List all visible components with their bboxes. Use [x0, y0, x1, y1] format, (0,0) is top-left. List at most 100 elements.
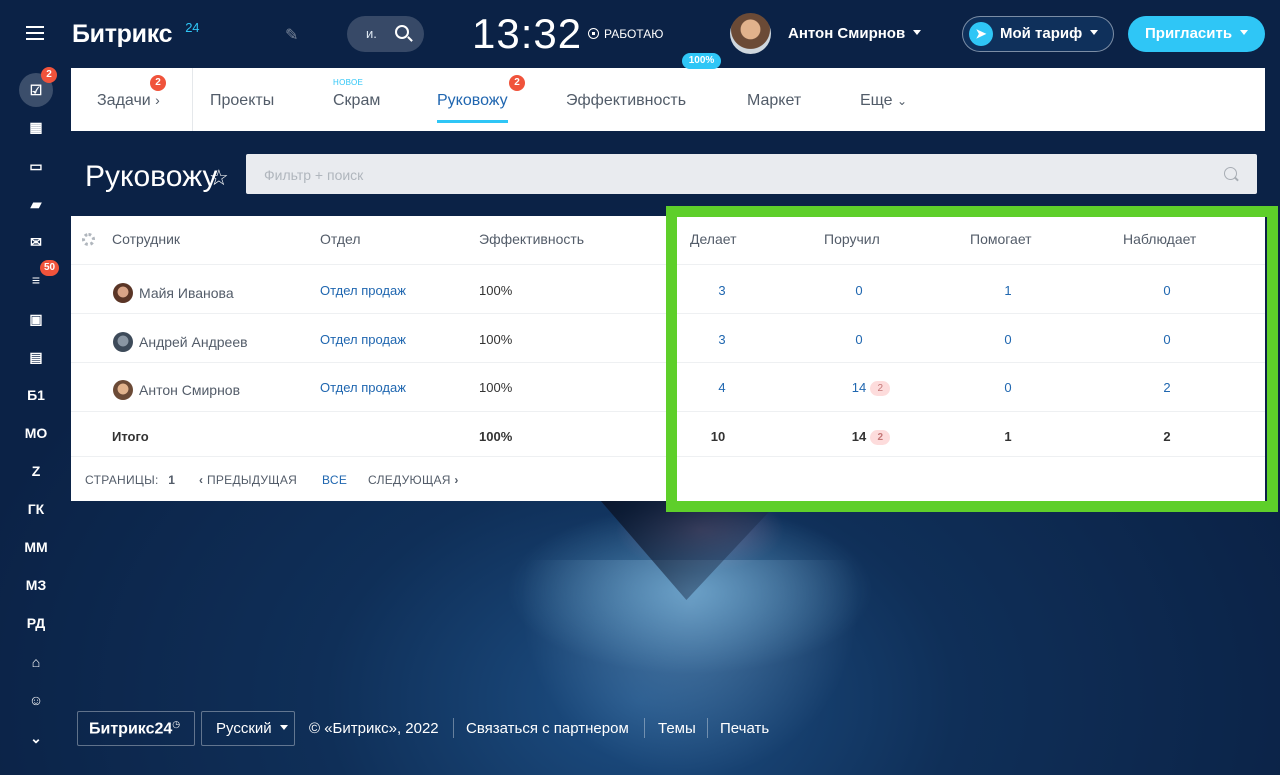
- header-efficiency[interactable]: Эффективность: [479, 231, 584, 247]
- tariff-button[interactable]: ➤ Мой тариф: [962, 16, 1114, 52]
- sidebar-item-mm[interactable]: ММ: [18, 533, 54, 561]
- footer-print-link[interactable]: Печать: [720, 720, 769, 737]
- language-select[interactable]: Русский: [201, 711, 295, 746]
- pager-all[interactable]: ВСЕ: [322, 473, 347, 487]
- chevron-down-icon: [913, 30, 922, 35]
- chevron-down-icon: [279, 725, 288, 730]
- efficiency-value: 100%: [479, 380, 513, 395]
- favorite-star-icon[interactable]: ☆: [209, 165, 229, 191]
- tab-supervising[interactable]: Руковожу 2: [437, 75, 525, 123]
- chevron-down-icon: [1090, 30, 1099, 35]
- sidebar-mail-icon[interactable]: ✉: [18, 228, 54, 256]
- hamburger-menu-icon[interactable]: [26, 26, 44, 40]
- pager-next-label: СЛЕДУЮЩАЯ: [368, 473, 451, 487]
- tab-market[interactable]: Маркет: [747, 92, 801, 110]
- tab-efficiency[interactable]: Эффективность: [566, 92, 686, 110]
- table-row-employee[interactable]: Антон Смирнов: [113, 380, 240, 400]
- chevron-right-icon: ›: [454, 473, 459, 487]
- footer-copyright: © «Битрикс», 2022: [309, 720, 439, 737]
- table-row-employee[interactable]: Андрей Андреев: [113, 332, 248, 352]
- tab-supervising-badge: 2: [509, 75, 525, 91]
- sidebar-item-rd[interactable]: РД: [18, 609, 54, 637]
- sidebar-chat-icon[interactable]: ▰: [18, 190, 54, 218]
- tab-tasks-badge: 2: [150, 75, 166, 91]
- gear-icon[interactable]: [82, 233, 95, 246]
- logo[interactable]: Битрикс 24: [72, 20, 199, 49]
- footer-divider: [644, 718, 645, 738]
- sidebar-robot-icon[interactable]: ☺: [18, 686, 54, 714]
- footer-brand-label: Битрикс24: [89, 720, 173, 738]
- tab-tasks-label: Задачи: [97, 92, 151, 109]
- chevron-right-icon: ›: [155, 92, 160, 108]
- employee-name: Андрей Андреев: [139, 334, 248, 350]
- work-status-label: РАБОТАЮ: [604, 27, 664, 41]
- total-efficiency: 100%: [479, 429, 513, 444]
- work-status-button[interactable]: РАБОТАЮ: [588, 27, 663, 41]
- filter-placeholder: Фильтр + поиск: [264, 167, 364, 183]
- filter-search-input[interactable]: Фильтр + поиск: [246, 154, 1257, 194]
- table-row-employee[interactable]: Майя Иванова: [113, 283, 234, 303]
- tab-more-label: Еще: [860, 92, 893, 109]
- pager-prev-label: ПРЕДЫДУЩАЯ: [206, 473, 298, 487]
- stop-icon: [588, 28, 599, 39]
- sidebar-document-icon[interactable]: ▤: [18, 343, 54, 371]
- tasks-counter-badge: 2: [41, 67, 57, 83]
- efficiency-value: 100%: [479, 283, 513, 298]
- sidebar-item-b1[interactable]: Б1: [18, 381, 54, 409]
- sidebar-building-icon[interactable]: ⌂: [18, 648, 54, 676]
- sidebar-item-gk[interactable]: ГК: [18, 495, 54, 523]
- tab-supervising-label: Руковожу: [437, 92, 508, 109]
- search-shortcut: и.: [366, 26, 377, 41]
- efficiency-value: 100%: [479, 332, 513, 347]
- user-name-label: Антон Смирнов: [788, 25, 906, 42]
- footer-divider: [707, 718, 708, 738]
- tasks-tab-bar: Задачи 2 › Проекты НОВОЕ Скрам Руковожу 2 Э…: [71, 53, 1265, 131]
- employee-name: Антон Смирнов: [139, 382, 241, 398]
- logo-text: Битрикс: [72, 20, 173, 48]
- sidebar-drive-icon[interactable]: ▭: [18, 152, 54, 180]
- tab-more[interactable]: Еще ⌄: [860, 92, 907, 110]
- department-link[interactable]: Отдел продаж: [320, 283, 406, 298]
- edit-pencil-icon[interactable]: ✎: [285, 25, 298, 45]
- sidebar-calendar-icon[interactable]: ▦: [18, 113, 54, 141]
- logo-number: 24: [185, 20, 200, 35]
- tab-divider: [192, 68, 193, 131]
- header-employee[interactable]: Сотрудник: [112, 231, 180, 247]
- sidebar-item-mz[interactable]: МЗ: [18, 571, 54, 599]
- left-sidebar: ☑ 2 ▦ ▭ ▰ ✉ ≡ 50 ▣ ▤ Б1 МО Z ГК ММ МЗ РД ⌂…: [0, 67, 72, 775]
- tab-projects[interactable]: Проекты: [210, 92, 274, 110]
- top-bar: Битрикс 24 ✎ и. 13:32 РАБОТАЮ Антон Смир…: [0, 0, 1280, 68]
- footer-themes-link[interactable]: Темы: [658, 720, 696, 737]
- chevron-left-icon: ‹: [199, 473, 204, 487]
- search-button[interactable]: и.: [347, 16, 424, 52]
- pager-prev[interactable]: ‹ ПРЕДЫДУЩАЯ: [199, 473, 297, 487]
- sidebar-tasks-icon[interactable]: ☑ 2: [19, 67, 57, 107]
- clock-icon: ◷: [172, 719, 181, 729]
- highlight-frame: [666, 206, 1278, 512]
- sidebar-contact-card-icon[interactable]: ▣: [18, 305, 54, 333]
- pages-value: 1: [168, 473, 176, 487]
- footer-divider: [453, 718, 454, 738]
- invite-button[interactable]: Пригласить: [1128, 16, 1265, 52]
- pager-next[interactable]: СЛЕДУЮЩАЯ ›: [368, 473, 459, 487]
- sidebar-item-mo[interactable]: МО: [18, 419, 54, 447]
- tab-tasks[interactable]: Задачи 2 ›: [97, 75, 166, 110]
- department-link[interactable]: Отдел продаж: [320, 332, 406, 347]
- chevron-down-icon: [1240, 30, 1249, 35]
- search-icon[interactable]: [1224, 167, 1237, 180]
- header-department[interactable]: Отдел: [320, 231, 361, 247]
- user-menu[interactable]: Антон Смирнов: [788, 25, 922, 42]
- invite-label: Пригласить: [1145, 25, 1233, 42]
- tab-scrum[interactable]: НОВОЕ Скрам: [333, 78, 380, 110]
- footer-brand: Битрикс24◷: [77, 711, 195, 746]
- sidebar-filter-icon[interactable]: ≡ 50: [18, 260, 60, 294]
- language-label: Русский: [216, 720, 272, 737]
- filter-counter-badge: 50: [40, 260, 60, 276]
- tariff-label: Мой тариф: [1000, 25, 1083, 42]
- department-link[interactable]: Отдел продаж: [320, 380, 406, 395]
- sidebar-item-z[interactable]: Z: [18, 457, 54, 485]
- chevron-down-icon: ⌄: [897, 94, 908, 108]
- sidebar-expand-icon[interactable]: ⌄: [18, 724, 54, 752]
- user-avatar[interactable]: [730, 13, 771, 54]
- footer-partner-link[interactable]: Связаться с партнером: [466, 720, 629, 737]
